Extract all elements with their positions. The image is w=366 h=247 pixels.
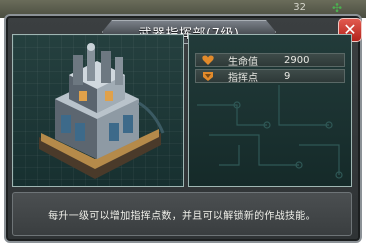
heart-shield-icon: [202, 54, 214, 66]
clover-icon: ✣: [331, 1, 343, 15]
stat-row-hp: 生命值 2900: [195, 53, 345, 68]
stat-label: 生命值: [228, 56, 258, 68]
building-image-panel: [12, 34, 184, 187]
stat-row-command: 指挥点 9: [195, 69, 345, 84]
stat-value: 2900: [284, 54, 310, 66]
command-building-icon: [39, 43, 165, 179]
background-counter: 32: [293, 2, 306, 13]
circuit-decoration: [197, 85, 343, 179]
description-text: 每升一级可以增加指挥点数，并且可以解锁新的作战技能。: [48, 210, 316, 222]
command-badge-icon: [202, 70, 214, 82]
description-panel: 每升一级可以增加指挥点数，并且可以解锁新的作战技能。: [12, 192, 352, 236]
stats-panel: 生命值 2900 指挥点 9: [188, 34, 352, 187]
stat-value: 9: [284, 70, 291, 82]
stat-label: 指挥点: [228, 72, 258, 84]
